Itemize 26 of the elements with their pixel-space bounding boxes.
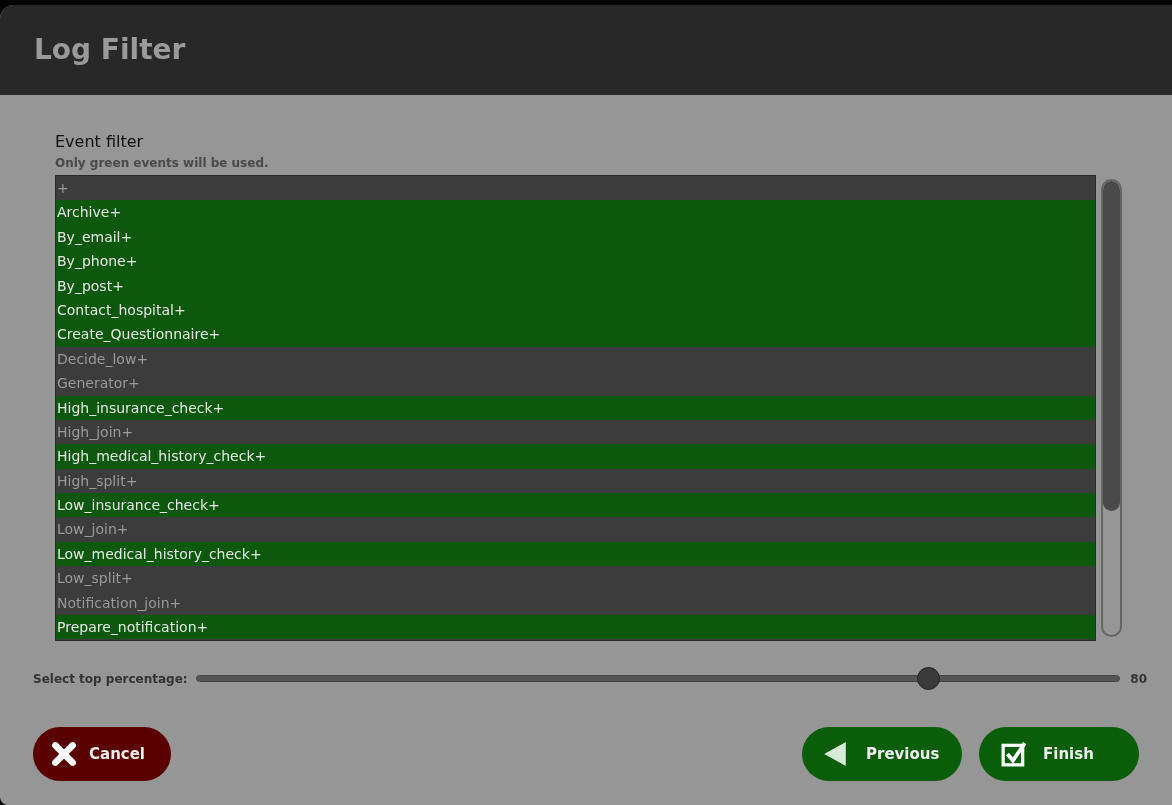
event-row[interactable]: By_post+: [56, 273, 1095, 298]
event-row[interactable]: Low_medical_history_check+: [56, 541, 1095, 567]
event-row[interactable]: High_insurance_check+: [56, 395, 1095, 420]
event-row[interactable]: High_medical_history_check+: [56, 444, 1095, 469]
event-row[interactable]: Contact_hospital+: [56, 297, 1095, 323]
finish-button[interactable]: Finish: [979, 727, 1139, 781]
scrollbar[interactable]: [1101, 179, 1122, 637]
left-triangle-icon: [822, 741, 848, 767]
slider-thumb[interactable]: [916, 667, 940, 690]
cancel-button[interactable]: Cancel: [33, 727, 171, 781]
window-title: Log Filter: [34, 32, 186, 68]
event-row[interactable]: Low_insurance_check+: [56, 493, 1095, 518]
close-icon: [51, 741, 77, 767]
section-title: Event filter: [55, 131, 144, 153]
slider-value: 80: [1130, 670, 1147, 688]
slider-label: Select top percentage:: [33, 670, 188, 688]
scrollbar-thumb[interactable]: [1103, 181, 1120, 511]
event-row[interactable]: By_phone+: [56, 249, 1095, 274]
slider-track[interactable]: [195, 667, 1121, 690]
previous-button[interactable]: Previous: [802, 727, 962, 781]
checkbox-icon: [1001, 741, 1027, 767]
event-row[interactable]: Archive+: [56, 200, 1095, 225]
hint-text: Only green events will be used.: [55, 155, 269, 172]
event-row[interactable]: By_email+: [56, 224, 1095, 250]
event-row[interactable]: Create_Questionnaire+: [56, 322, 1095, 347]
event-row[interactable]: Prepare_notification+: [56, 615, 1095, 640]
